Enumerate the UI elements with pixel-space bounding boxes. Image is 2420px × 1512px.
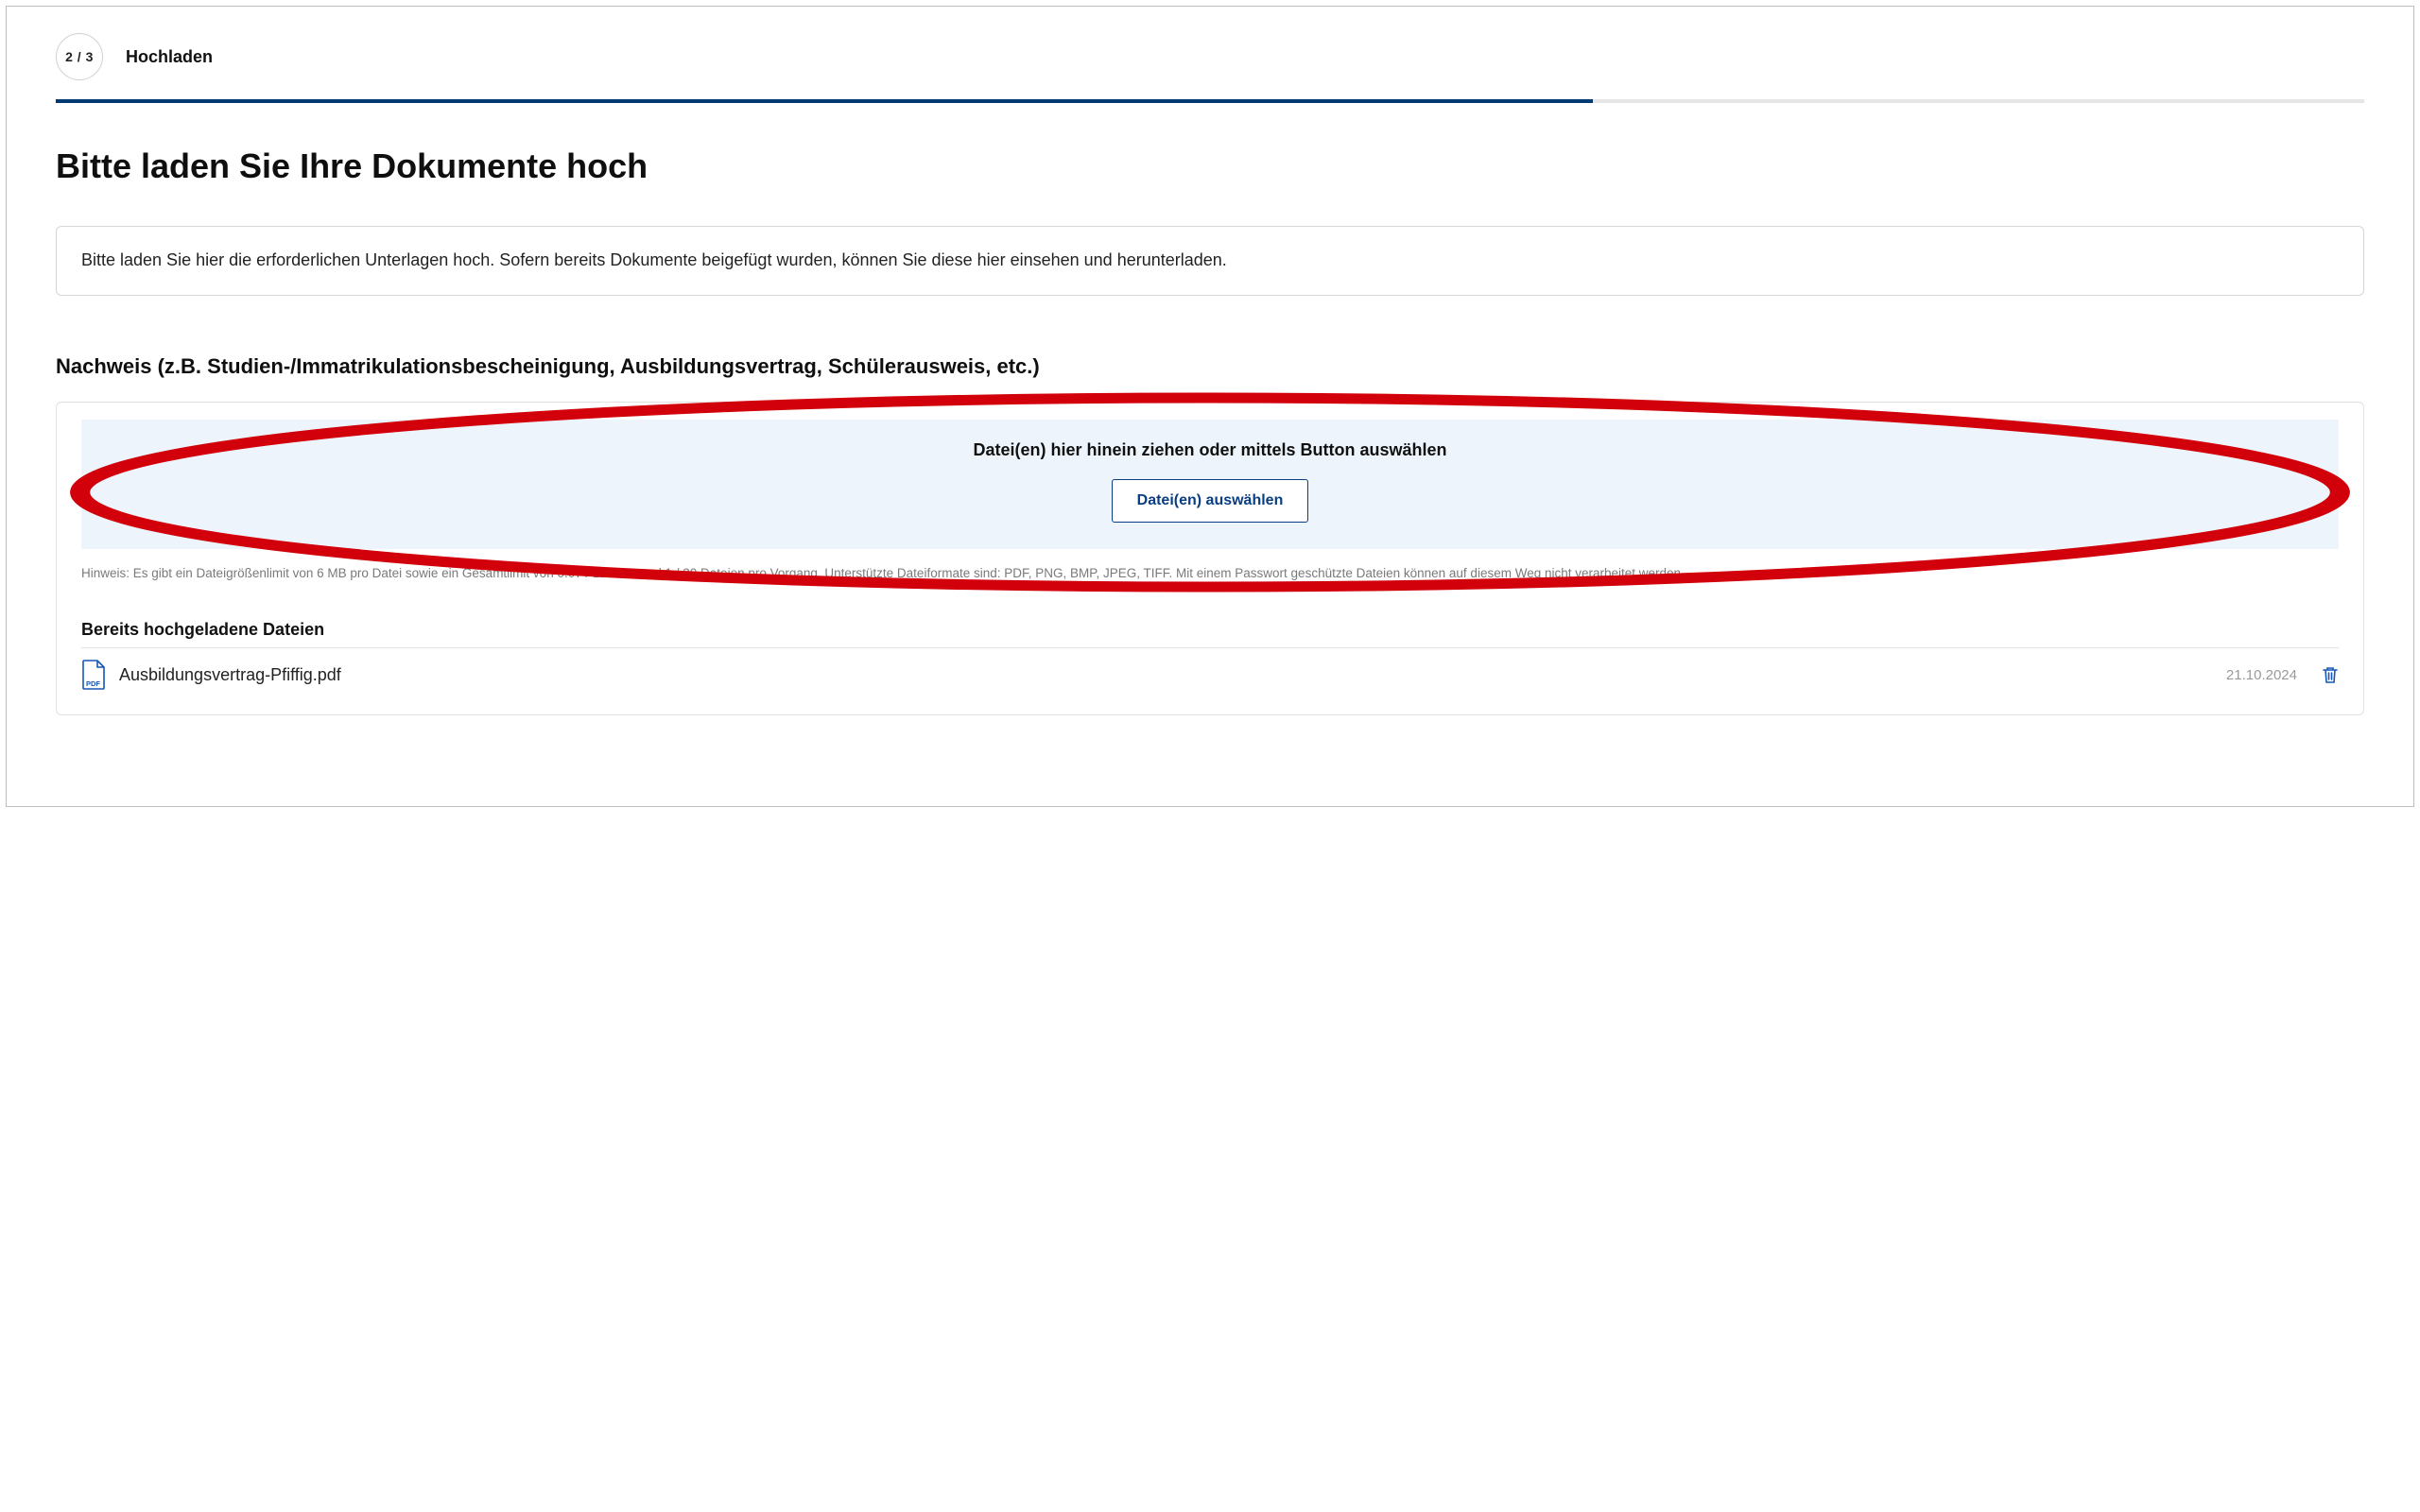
upload-hint: Hinweis: Es gibt ein Dateigrößenlimit vo…: [81, 564, 2339, 583]
info-box: Bitte laden Sie hier die erforderlichen …: [56, 226, 2364, 296]
dropzone-prompt: Datei(en) hier hinein ziehen oder mittel…: [91, 440, 2329, 460]
svg-text:PDF: PDF: [86, 679, 100, 688]
info-text: Bitte laden Sie hier die erforderlichen …: [81, 250, 1227, 269]
pdf-file-icon: PDF: [81, 660, 106, 690]
progress-bar: [56, 99, 2364, 103]
step-label: Hochladen: [126, 47, 213, 67]
file-date: 21.10.2024: [2226, 667, 2297, 683]
upload-card: Datei(en) hier hinein ziehen oder mittel…: [56, 402, 2364, 716]
delete-file-button[interactable]: [2322, 665, 2339, 684]
file-dropzone[interactable]: Datei(en) hier hinein ziehen oder mittel…: [81, 420, 2339, 549]
wizard-step-header: 2 / 3 Hochladen: [56, 33, 2364, 80]
file-name-link[interactable]: Ausbildungsvertrag-Pfiffig.pdf: [119, 665, 2213, 685]
file-row: PDF Ausbildungsvertrag-Pfiffig.pdf 21.10…: [81, 647, 2339, 694]
page-title: Bitte laden Sie Ihre Dokumente hoch: [56, 146, 2364, 186]
uploaded-heading: Bereits hochgeladene Dateien: [81, 620, 2339, 640]
step-counter: 2 / 3: [65, 49, 94, 64]
choose-files-button[interactable]: Datei(en) auswählen: [1112, 479, 1309, 523]
progress-fill: [56, 99, 1593, 103]
section-heading: Nachweis (z.B. Studien-/Immatrikulations…: [56, 354, 2364, 379]
step-counter-badge: 2 / 3: [56, 33, 103, 80]
page-frame: 2 / 3 Hochladen Bitte laden Sie Ihre Dok…: [6, 6, 2414, 807]
